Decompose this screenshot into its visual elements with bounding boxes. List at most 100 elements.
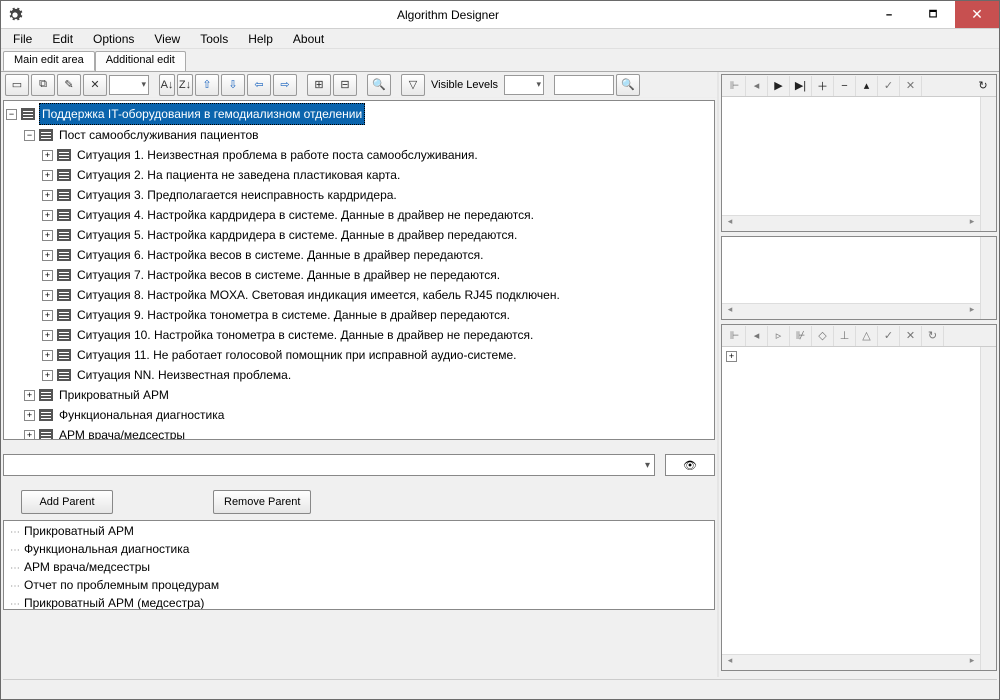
nav-play-icon[interactable]: ▶ [768, 76, 790, 96]
add-parent-button[interactable]: Add Parent [21, 490, 113, 514]
tool-edit-icon[interactable]: ✎ [57, 74, 81, 96]
toolbar-search-input[interactable] [554, 75, 614, 95]
tree-item-label[interactable]: Ситуация 3. Предполагается неисправность… [75, 185, 399, 205]
confirm-icon[interactable]: ✓ [878, 76, 900, 96]
tree-item-label[interactable]: Прикроватный АРМ [57, 385, 171, 405]
tree-situation[interactable]: +Ситуация 2. На пациента не заведена пла… [42, 165, 715, 185]
remove-icon[interactable]: − [834, 76, 856, 96]
menu-view[interactable]: View [146, 30, 188, 48]
maximize-button[interactable] [911, 1, 955, 28]
cancel-icon[interactable]: ✕ [900, 76, 922, 96]
tool-delete-icon[interactable]: ✕ [83, 74, 107, 96]
scrollbar-horizontal[interactable]: ◂▸ [722, 215, 980, 231]
tree-situation[interactable]: + Ситуация 3. Предполагается неисправност… [42, 185, 715, 205]
menu-tools[interactable]: Tools [192, 30, 236, 48]
parent-combo[interactable] [3, 454, 655, 476]
tree-item-label[interactable]: Ситуация 9. Настройка тонометра в систем… [75, 305, 512, 325]
tab-additional-edit[interactable]: Additional edit [95, 51, 186, 71]
tree-root[interactable]: − Поддержка IT-оборудования в гемодиализ… [6, 103, 715, 125]
tree-item-label[interactable]: АРМ врача/медсестры [57, 425, 187, 440]
p3-btn1-icon[interactable]: ⊩ [724, 326, 746, 346]
tool-new-icon[interactable]: ▭ [5, 74, 29, 96]
tool-move-down-icon[interactable]: ⇩ [221, 74, 245, 96]
tool-branch-icon[interactable]: ⧉ [31, 74, 55, 96]
nav-prev-icon[interactable]: ◂ [746, 76, 768, 96]
panel1-body[interactable]: ◂▸ [722, 97, 996, 231]
bottom-list[interactable]: Прикроватный АРМ Функциональная диагност… [3, 520, 715, 610]
scrollbar-vertical[interactable] [980, 97, 996, 231]
tab-main-edit[interactable]: Main edit area [3, 51, 95, 71]
expander-icon[interactable]: + [24, 410, 35, 421]
tool-search-icon[interactable]: 🔍 [616, 74, 640, 96]
close-button[interactable] [955, 1, 999, 28]
refresh-icon[interactable]: ↻ [972, 76, 994, 96]
tool-sort-asc-icon[interactable]: A↓ [159, 74, 175, 96]
menu-options[interactable]: Options [85, 30, 142, 48]
expander-icon[interactable]: + [726, 351, 737, 362]
scrollbar-horizontal[interactable]: ◂▸ [722, 654, 980, 670]
tree-item-label[interactable]: Ситуация 2. На пациента не заведена плас… [75, 165, 402, 185]
list-item[interactable]: Отчет по проблемным процедурам [10, 577, 708, 595]
tool-move-right-icon[interactable]: ⇨ [273, 74, 297, 96]
p3-btn5-icon[interactable]: ◇ [812, 326, 834, 346]
tree-view[interactable]: − Поддержка IT-оборудования в гемодиализ… [3, 100, 715, 440]
nav-first-icon[interactable]: ⊩ [724, 76, 746, 96]
p3-btn10-icon[interactable]: ↻ [922, 326, 944, 346]
expander-icon[interactable]: + [42, 150, 53, 161]
p3-btn3-icon[interactable]: ▹ [768, 326, 790, 346]
add-icon[interactable]: ＋ [812, 76, 834, 96]
tool-move-left-icon[interactable]: ⇦ [247, 74, 271, 96]
remove-parent-button[interactable]: Remove Parent [213, 490, 311, 514]
tree-situation[interactable]: +Ситуация 1. Неизвестная проблема в рабо… [42, 145, 715, 165]
expander-icon[interactable]: + [42, 250, 53, 261]
tree-situation[interactable]: + Ситуация 6. Настройка весов в системе. … [42, 245, 715, 265]
minimize-button[interactable] [867, 1, 911, 28]
expander-icon[interactable]: + [42, 350, 53, 361]
nav-last-icon[interactable]: ▶| [790, 76, 812, 96]
expander-icon[interactable]: − [6, 109, 17, 120]
tree-situation[interactable]: +Ситуация 9. Настройка тонометра в систе… [42, 305, 715, 325]
p3-btn6-icon[interactable]: ⊥ [834, 326, 856, 346]
tool-filter-icon[interactable]: ▽ [401, 74, 425, 96]
tree-item-label[interactable]: Ситуация 6. Настройка весов в системе. Д… [75, 245, 485, 265]
tree-item-label[interactable]: Ситуация 4. Настройка кардридера в систе… [75, 205, 536, 225]
tree-item-label[interactable]: Функциональная диагностика [57, 405, 226, 425]
tool-find-icon[interactable]: 🔍 [367, 74, 391, 96]
tree-situation[interactable]: + Ситуация 4. Настройка кардридера в сист… [42, 205, 715, 225]
tool-sort-desc-icon[interactable]: Z↓ [177, 74, 193, 96]
scrollbar-vertical[interactable] [980, 347, 996, 670]
scrollbar-horizontal[interactable]: ◂▸ [722, 303, 980, 319]
mid-search-box[interactable] [665, 454, 715, 476]
expander-icon[interactable]: + [42, 370, 53, 381]
p3-btn7-icon[interactable]: △ [856, 326, 878, 346]
tree-situation[interactable]: +Ситуация 10. Настройка тонометра в сист… [42, 325, 715, 345]
tree-situation[interactable]: + Ситуация 7. Настройка весов в системе. … [42, 265, 715, 285]
tool-delete-mode-select[interactable] [109, 75, 149, 95]
tree-item-label[interactable]: Ситуация 7. Настройка весов в системе. Д… [75, 265, 502, 285]
p3-btn8-icon[interactable]: ✓ [878, 326, 900, 346]
list-item[interactable]: Функциональная диагностика [10, 541, 708, 559]
scrollbar-vertical[interactable] [980, 237, 996, 319]
tree-other[interactable]: + Функциональная диагностика [24, 405, 715, 425]
expander-icon[interactable]: + [24, 430, 35, 441]
tree-item-label[interactable]: Ситуация 10. Настройка тонометра в систе… [75, 325, 535, 345]
p3-btn4-icon[interactable]: ⊮ [790, 326, 812, 346]
panel3-body[interactable]: + ◂▸ [722, 347, 996, 670]
expander-icon[interactable]: + [42, 190, 53, 201]
menu-edit[interactable]: Edit [44, 30, 81, 48]
list-item[interactable]: Прикроватный АРМ (медсестра) [10, 595, 708, 610]
expander-icon[interactable]: + [42, 270, 53, 281]
expander-icon[interactable]: − [24, 130, 35, 141]
tool-expand-icon[interactable]: ⊞ [307, 74, 331, 96]
list-item[interactable]: Прикроватный АРМ [10, 523, 708, 541]
expander-icon[interactable]: + [42, 210, 53, 221]
horizontal-splitter[interactable] [1, 442, 717, 446]
tool-move-up-icon[interactable]: ⇧ [195, 74, 219, 96]
tree-other[interactable]: + АРМ врача/медсестры [24, 425, 715, 440]
tree-section[interactable]: − Пост самообслуживания пациентов [24, 125, 715, 145]
visible-levels-select[interactable] [504, 75, 544, 95]
expander-icon[interactable]: + [42, 290, 53, 301]
tree-situation[interactable]: +Ситуация 11. Не работает голосовой помо… [42, 345, 715, 365]
tree-item-label[interactable]: Ситуация 8. Настройка MOXA. Световая инд… [75, 285, 562, 305]
p3-btn9-icon[interactable]: ✕ [900, 326, 922, 346]
